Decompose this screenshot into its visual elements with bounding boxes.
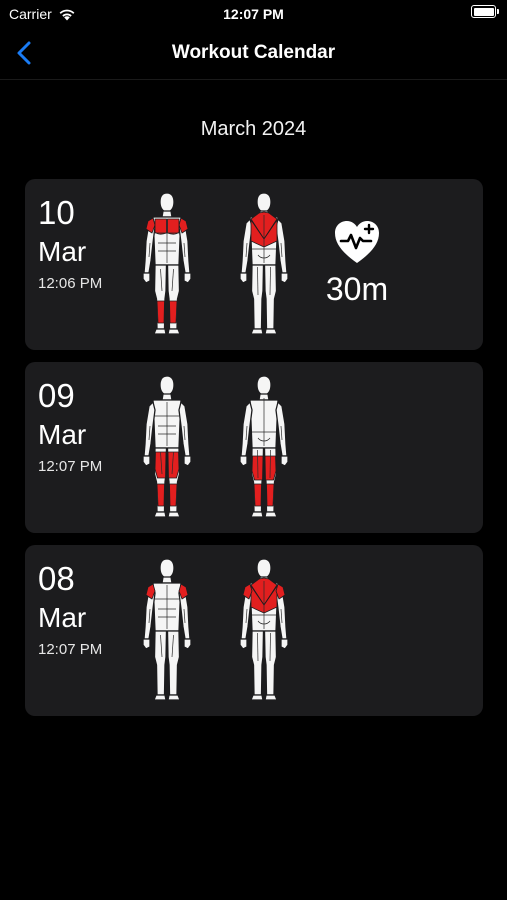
body-head <box>256 375 272 396</box>
body-hand-r <box>183 272 192 284</box>
muscle-calves <box>266 483 275 507</box>
body-front-figure <box>142 375 192 518</box>
body-head <box>159 558 175 579</box>
body-hand-l <box>239 455 248 467</box>
workout-day: 08 <box>38 560 75 597</box>
body-neck <box>161 576 173 584</box>
nav-bar: Workout Calendar <box>0 28 507 80</box>
body-foot-l <box>250 511 264 518</box>
body-back-figure <box>239 558 289 701</box>
muscle-calves <box>253 483 262 507</box>
muscle-divider <box>257 632 259 662</box>
workout-day: 09 <box>38 377 75 414</box>
body-foot-l <box>153 511 167 518</box>
body-hand-r <box>280 455 289 467</box>
workout-time: 12:07 PM <box>38 641 103 658</box>
muscle-divider <box>269 266 271 296</box>
body-hand-l <box>239 638 248 650</box>
body-neck <box>161 210 173 218</box>
body-hand-r <box>183 455 192 467</box>
status-time: 12:07 PM <box>223 6 284 22</box>
body-foot-r <box>264 694 278 701</box>
workout-card[interactable]: 09 Mar 12:07 PM <box>25 362 483 533</box>
status-right <box>471 5 499 18</box>
body-foot-r <box>264 328 278 335</box>
body-hand-r <box>280 638 289 650</box>
workout-day: 10 <box>38 194 75 231</box>
workout-month: Mar <box>38 602 87 633</box>
body-back-figure <box>239 192 289 335</box>
heart-pulse-icon <box>335 221 379 263</box>
body-head <box>256 192 272 213</box>
body-hand-l <box>142 455 151 467</box>
body-neck <box>161 393 173 401</box>
muscle-calves <box>169 483 178 507</box>
muscle-chest <box>154 218 167 235</box>
body-hand-r <box>183 638 192 650</box>
muscle-calves <box>156 483 165 507</box>
body-hand-l <box>142 638 151 650</box>
body-back-figure <box>239 375 289 518</box>
body-leg-l <box>153 630 168 696</box>
muscle-chest <box>167 218 180 235</box>
body-front-figure <box>142 192 192 335</box>
body-front-figure <box>142 558 192 701</box>
body-foot-r <box>264 511 278 518</box>
body-leg-r <box>166 630 181 696</box>
page-title: Workout Calendar <box>171 42 336 63</box>
body-head <box>159 192 175 213</box>
body-hand-l <box>239 272 248 284</box>
muscle-calves <box>156 300 165 324</box>
body-foot-l <box>250 694 264 701</box>
body-foot-r <box>167 511 181 518</box>
body-head <box>159 375 175 396</box>
workout-time: 12:06 PM <box>38 275 103 292</box>
workout-duration: 30m <box>325 271 389 307</box>
month-label: March 2024 <box>200 118 307 140</box>
body-foot-l <box>250 328 264 335</box>
muscle-calves <box>169 300 178 324</box>
workout-card[interactable]: 10 Mar 12:06 PM 30m <box>25 179 483 350</box>
body-foot-l <box>153 328 167 335</box>
body-head <box>256 558 272 579</box>
body-hand-l <box>142 272 151 284</box>
workout-card[interactable]: 08 Mar 12:07 PM <box>25 545 483 716</box>
body-hand-r <box>280 272 289 284</box>
body-foot-r <box>167 694 181 701</box>
battery-full-icon <box>471 5 499 18</box>
workout-month: Mar <box>38 419 87 450</box>
status-bar: Carrier 12:07 PM <box>0 0 507 28</box>
muscle-divider <box>269 449 271 479</box>
workout-time: 12:07 PM <box>38 458 103 475</box>
workout-month: Mar <box>38 236 87 267</box>
body-foot-l <box>153 694 167 701</box>
muscle-divider <box>269 632 271 662</box>
muscle-divider <box>257 449 259 479</box>
body-foot-r <box>167 328 181 335</box>
muscle-divider <box>257 266 259 296</box>
